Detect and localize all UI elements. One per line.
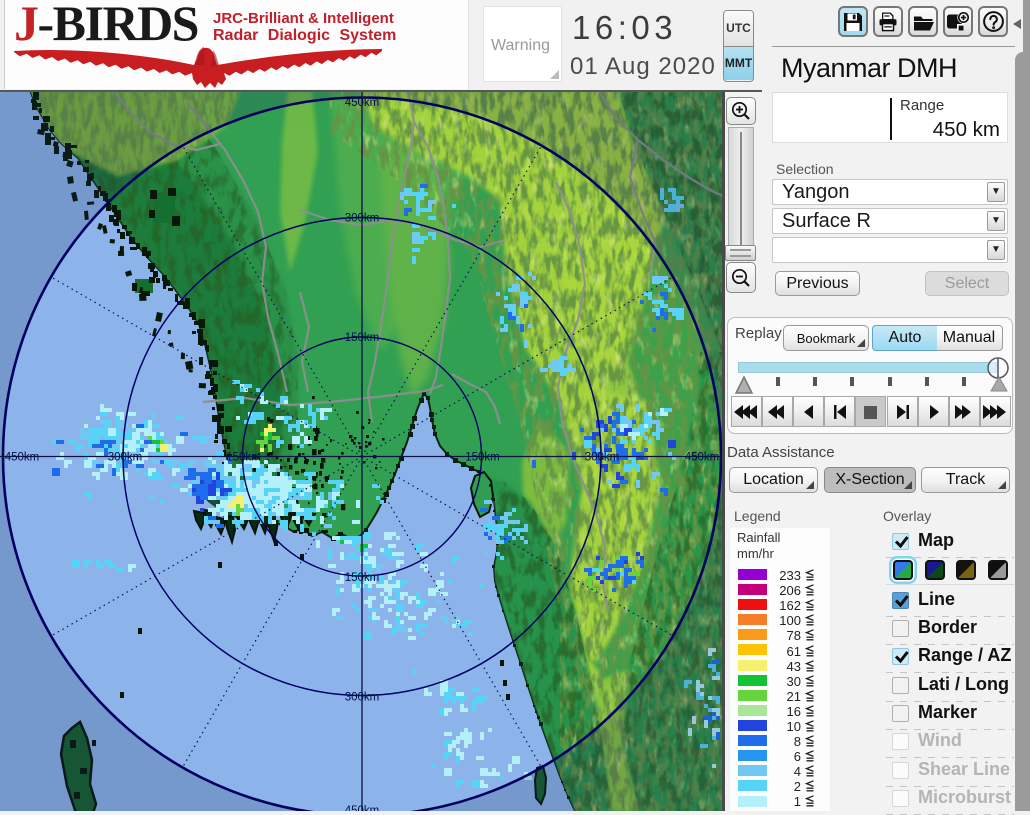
svg-text:150km: 150km	[465, 452, 500, 464]
svg-text:450km: 450km	[345, 805, 380, 811]
svg-text:300km: 300km	[345, 213, 380, 225]
svg-text:300km: 300km	[108, 452, 143, 464]
svg-text:150km: 150km	[345, 332, 380, 344]
svg-text:450km: 450km	[685, 452, 720, 464]
svg-text:150km: 150km	[226, 452, 261, 464]
svg-text:150km: 150km	[345, 572, 380, 584]
svg-text:300km: 300km	[585, 452, 620, 464]
svg-text:450km: 450km	[345, 97, 380, 109]
svg-text:450km: 450km	[5, 452, 40, 464]
svg-text:300km: 300km	[345, 692, 380, 704]
